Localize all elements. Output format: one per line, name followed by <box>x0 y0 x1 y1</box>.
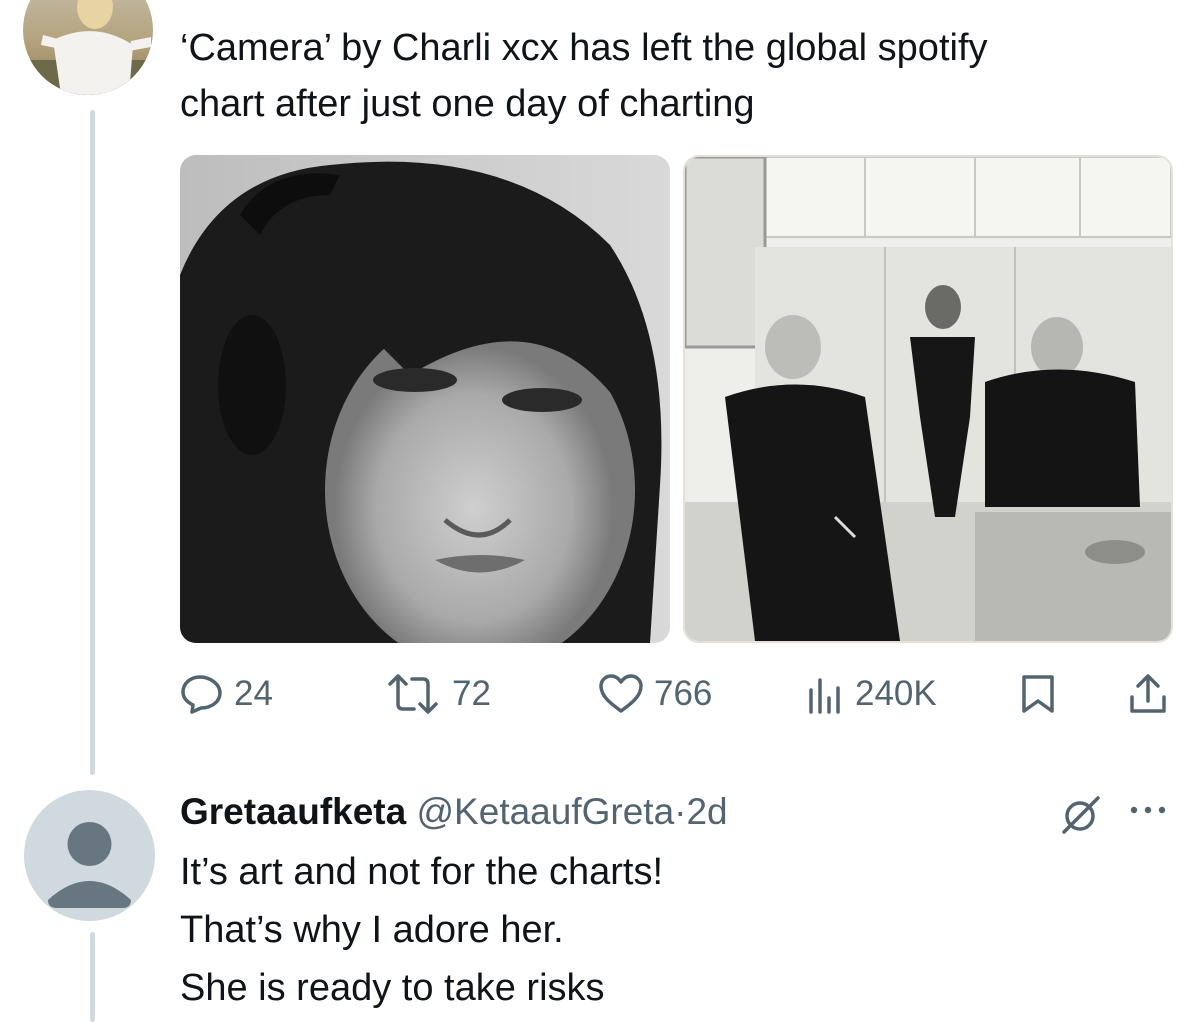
close-icon[interactable] <box>1137 0 1173 21</box>
like-count: 766 <box>654 674 713 713</box>
bookmark-icon <box>1020 674 1056 714</box>
reply-icon <box>180 674 224 714</box>
tweet-text-line-2: chart after just one day of charting <box>180 83 755 125</box>
grok-icon[interactable] <box>1058 792 1104 843</box>
share-icon <box>1128 673 1168 715</box>
bookmark-button[interactable] <box>1020 668 1056 720</box>
reply-text-line-2: That’s why I adore her. <box>180 909 564 951</box>
views-button[interactable]: 240K <box>805 668 937 720</box>
author-avatar[interactable] <box>23 0 153 95</box>
reply-time[interactable]: 2d <box>686 791 727 832</box>
repost-icon <box>384 674 442 714</box>
thread-line-lower <box>90 932 95 1022</box>
media-image-portrait[interactable] <box>180 155 670 643</box>
reply-display-name[interactable]: Gretaaufketa <box>180 791 406 832</box>
repost-button[interactable]: 72 <box>384 668 491 720</box>
reply-handle[interactable]: @KetaaufGreta <box>417 791 675 832</box>
share-button[interactable] <box>1128 668 1168 720</box>
tweet-text-line-1: ‘Camera’ by Charli xcx has left the glob… <box>180 27 988 69</box>
reply-header: Gretaaufketa @KetaaufGreta·2d <box>180 786 728 838</box>
reply-text-line-1: It’s art and not for the charts! <box>180 851 663 893</box>
reply-text-line-3: She is ready to take risks <box>180 967 605 1009</box>
reply-count: 24 <box>234 674 273 713</box>
reply-separator: · <box>674 791 687 832</box>
repost-count: 72 <box>452 674 491 713</box>
views-icon <box>805 674 845 714</box>
like-icon <box>598 673 644 715</box>
like-button[interactable]: 766 <box>598 668 712 720</box>
views-count: 240K <box>855 674 937 713</box>
default-avatar-icon[interactable] <box>24 790 155 921</box>
more-icon[interactable] <box>1128 800 1172 825</box>
media-image-group[interactable] <box>683 155 1173 643</box>
thread-line <box>90 110 95 775</box>
reply-button[interactable]: 24 <box>180 668 273 720</box>
